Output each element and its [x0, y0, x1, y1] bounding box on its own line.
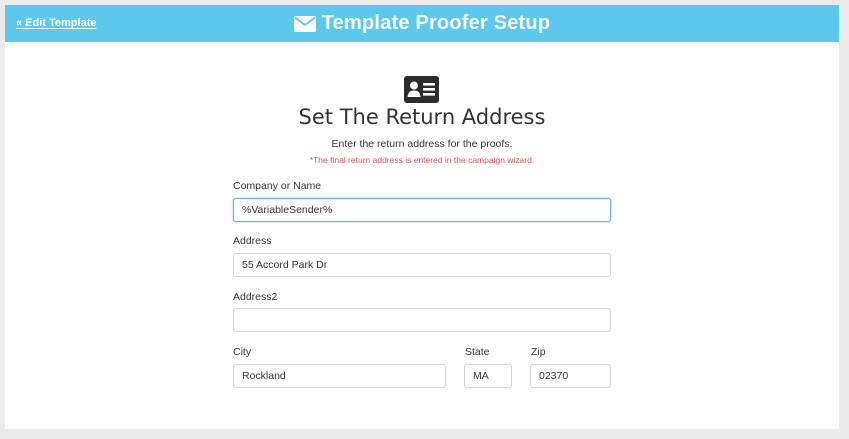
city-label: City — [233, 346, 252, 358]
state-input[interactable] — [464, 364, 512, 388]
zip-label: Zip — [531, 346, 546, 358]
address2-label: Address2 — [233, 291, 278, 303]
state-label: State — [465, 346, 490, 358]
address2-input[interactable] — [233, 308, 611, 332]
section-title: Set The Return Address — [298, 105, 546, 129]
zip-input[interactable] — [530, 364, 611, 388]
proofer-setup-panel: « Edit Template Template Proofer Setup S… — [5, 5, 839, 429]
page-title: Template Proofer Setup — [321, 12, 551, 34]
header-bar: « Edit Template Template Proofer Setup — [5, 5, 839, 42]
address-card-icon — [404, 76, 439, 103]
campaign-note: *The final return address is entered in … — [309, 155, 535, 165]
section-subtitle: Enter the return address for the proofs. — [331, 138, 513, 150]
address-input[interactable] — [233, 253, 611, 277]
company-name-input[interactable] — [233, 198, 611, 222]
city-input[interactable] — [233, 364, 446, 388]
header-title-group: Template Proofer Setup — [5, 5, 839, 42]
envelope-icon — [293, 15, 316, 32]
company-label: Company or Name — [233, 180, 322, 192]
address-label: Address — [233, 235, 272, 247]
